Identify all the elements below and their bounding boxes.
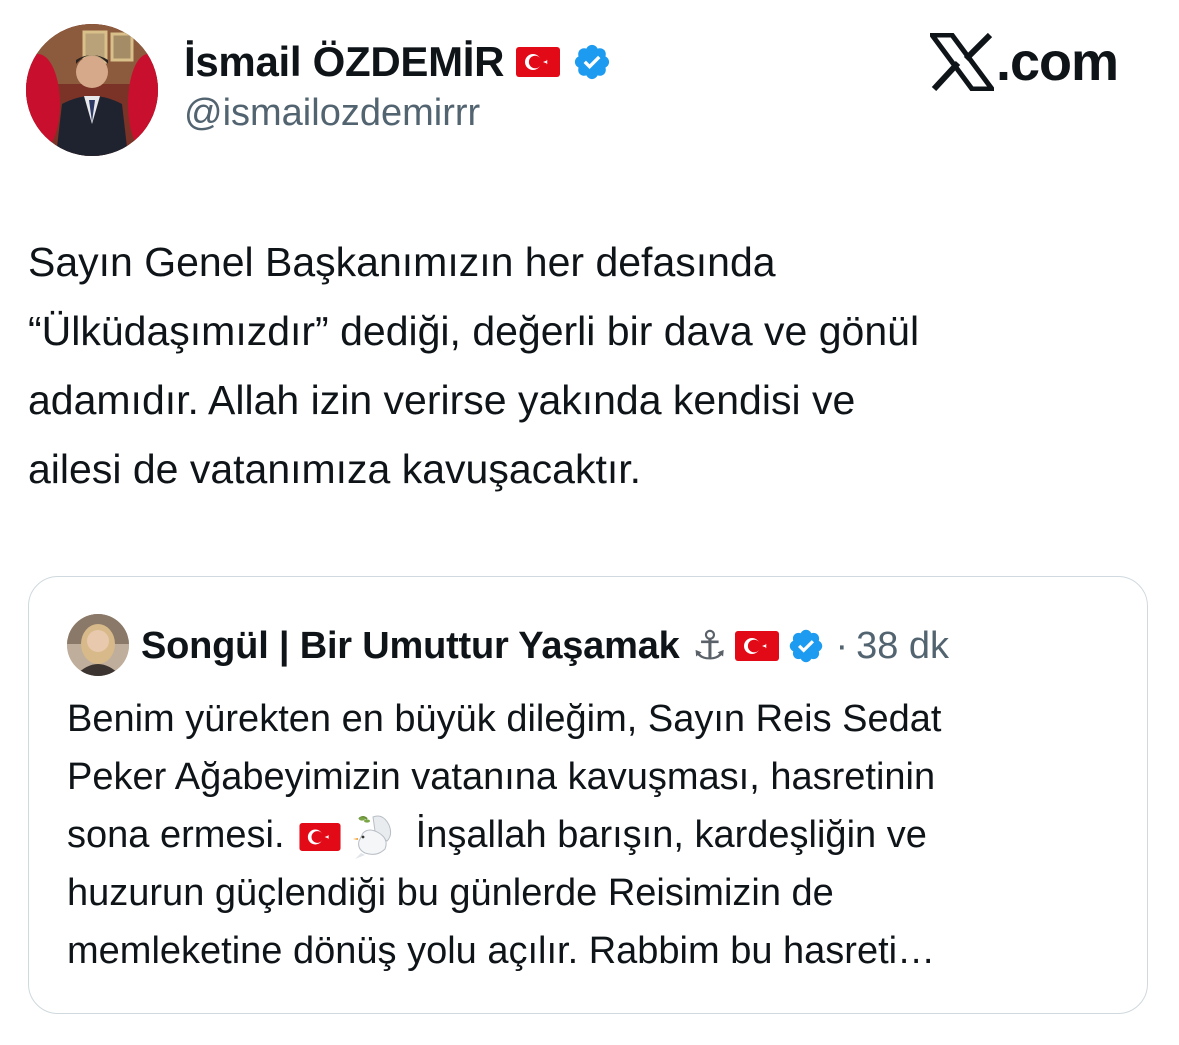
tweet-line: “Ülküdaşımızdır” dediği, değerli bir dav…	[28, 308, 920, 354]
tweet-line: adamıdır. Allah izin verirse yakında ken…	[28, 377, 856, 423]
turkey-flag-icon	[735, 631, 780, 661]
quoted-line: Benim yürekten en büyük dileğim, Sayın R…	[67, 698, 942, 740]
author-display-name[interactable]: İsmail ÖZDEMİR	[184, 38, 505, 86]
quoted-tweet-card[interactable]: Songül | Bir Umuttur Yaşamak ⚓ · 38 dk B…	[28, 576, 1148, 1014]
turkey-flag-icon	[299, 822, 341, 851]
verified-badge-icon	[572, 42, 612, 82]
separator-dot: ·	[835, 624, 849, 667]
quoted-line: huzurun güçlendiği bu günlerde Reisimizi…	[67, 872, 834, 914]
x-com-brand: .com	[927, 30, 1119, 94]
tweet-line: ailesi de vatanımıza kavuşacaktır.	[28, 446, 642, 492]
tweet-body: Sayın Genel Başkanımızın her defasında “…	[28, 228, 1158, 504]
quoted-line: Peker Ağabeyimizin vatanına kavuşması, h…	[67, 756, 936, 798]
quoted-line: memleketine dönüş yolu açılır. Rabbim bu…	[67, 930, 936, 972]
quoted-line: sona ermesi. İnşallah barışın, kardeşliğ…	[67, 806, 1127, 864]
brand-domain-text: .com	[996, 32, 1119, 92]
author-name-row: İsmail ÖZDEMİR	[184, 36, 612, 88]
author-avatar[interactable]	[26, 24, 158, 156]
quoted-line-segment: sona ermesi.	[67, 814, 285, 856]
x-logo-icon	[927, 32, 997, 92]
verified-badge-icon	[787, 627, 825, 665]
anchor-icon: ⚓	[691, 623, 728, 669]
quoted-display-name[interactable]: Songül | Bir Umuttur Yaşamak	[141, 625, 680, 668]
quoted-line-segment: İnşallah barışın, kardeşliğin ve	[415, 814, 927, 856]
turkey-flag-icon	[516, 47, 561, 77]
quoted-author-avatar[interactable]	[67, 614, 129, 676]
quoted-body: Benim yürekten en büyük dileğim, Sayın R…	[67, 690, 1127, 980]
quoted-header: Songül | Bir Umuttur Yaşamak ⚓ · 38 dk	[141, 618, 949, 674]
tweet-line: Sayın Genel Başkanımızın her defasında	[28, 239, 776, 285]
quoted-timestamp[interactable]: 38 dk	[856, 625, 949, 668]
dove-icon	[349, 813, 401, 861]
author-handle[interactable]: @ismailozdemirrr	[184, 92, 480, 135]
